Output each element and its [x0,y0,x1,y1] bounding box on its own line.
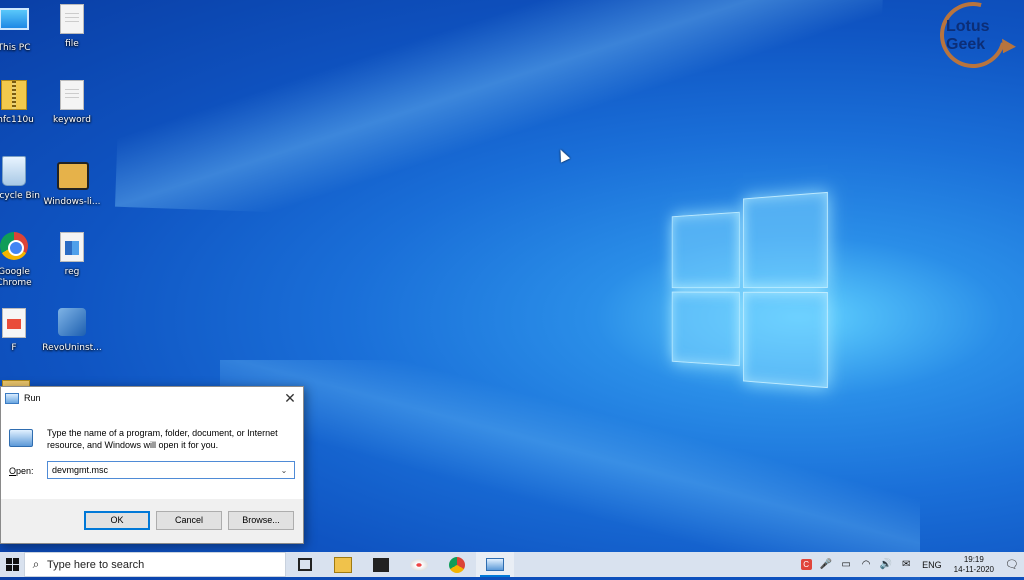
run-dialog-titlebar[interactable]: Run ✕ [1,387,303,409]
cancel-button[interactable]: Cancel [156,511,222,530]
clock[interactable]: 19:19 14-11-2020 [954,555,994,575]
run-dialog-title: Run [24,393,41,403]
task-view-icon [298,558,312,571]
logo-pane-bottom-right [743,292,828,388]
lotus-geek-logo: Lotus Geek [934,2,1020,72]
computer-icon [0,8,29,40]
document-icon [57,4,87,36]
mouse-cursor-icon [556,147,570,162]
search-icon: ⌕ [25,557,47,572]
open-label-accelerator: O [9,466,16,476]
taskbar-task-view[interactable] [286,552,324,577]
browse-button[interactable]: Browse... [228,511,294,530]
taskbar: ⌕ Type here to search C 🎤 ▭ ◠ 🔊 ✉ ENG 19… [0,552,1024,577]
run-icon [5,393,19,404]
windows-start-icon [6,558,19,571]
briefcase-icon [57,162,87,194]
mail-icon[interactable]: ✉ [898,552,914,577]
microsoft-store-icon [373,558,389,572]
logo-pane-bottom-left [672,292,740,367]
desktop-icon-label: RevoUninst... [40,343,104,354]
open-label-text: pen: [16,466,34,476]
zip-folder-icon [0,80,29,112]
run-dialog: Run ✕ Type the name of a program, folder… [0,386,304,544]
desktop-icon-file[interactable]: file [40,4,104,50]
paint-icon [410,559,428,571]
logo-pane-top-right [743,192,828,288]
taskbar-search-box[interactable]: ⌕ Type here to search [24,552,286,577]
taskbar-file-explorer[interactable] [324,552,362,577]
run-dialog-description: Type the name of a program, folder, docu… [47,427,292,451]
file-explorer-icon [334,557,352,573]
desktop-icon-windows-li[interactable]: Windows-li... [40,156,104,208]
tray-app[interactable]: C [798,552,814,577]
chrome-icon [0,232,29,264]
recycle-bin-icon [0,156,29,188]
clock-date: 14-11-2020 [954,565,994,575]
revo-uninstaller-icon [57,308,87,340]
start-button[interactable] [0,552,24,577]
document-icon [57,80,87,112]
windows-wallpaper-logo [672,192,826,386]
pdf-document-icon [0,308,29,340]
taskbar-run[interactable] [476,552,514,577]
system-tray: C 🎤 ▭ ◠ 🔊 ✉ ENG 19:19 14-11-2020 🗨 [796,552,1024,577]
search-placeholder: Type here to search [47,559,144,571]
taskbar-microsoft-store[interactable] [362,552,400,577]
desktop-icon-label: keyword [40,115,104,126]
run-dialog-body: Type the name of a program, folder, docu… [1,409,303,499]
desktop-icon-revouninstaller[interactable]: RevoUninst... [40,308,104,354]
language-indicator[interactable]: ENG [922,560,942,570]
desktop-icon-label: Windows-li... [40,197,104,208]
open-label: Open: [9,466,34,476]
run-icon [486,558,504,571]
logo-pane-top-left [672,212,740,288]
battery-icon[interactable]: ▭ [838,552,854,577]
logo-text-line2: Geek [946,36,985,54]
close-button[interactable]: ✕ [281,389,299,407]
open-combobox[interactable]: ⌄ [47,461,295,479]
chrome-icon [449,557,465,573]
microphone-icon[interactable]: 🎤 [818,552,834,577]
desktop-icon-reg[interactable]: reg [40,232,104,278]
light-beam-bottom [220,360,920,580]
run-icon [9,429,33,447]
taskbar-chrome[interactable] [438,552,476,577]
notification-center-icon[interactable]: 🗨 [1000,552,1024,577]
open-input[interactable] [48,465,276,475]
ok-button[interactable]: OK [84,511,150,530]
logo-text-line1: Lotus [946,18,990,36]
clock-time: 19:19 [954,555,994,565]
volume-icon[interactable]: 🔊 [878,552,894,577]
registry-file-icon [57,232,87,264]
red-app-icon: C [801,559,812,570]
desktop-icon-label: reg [40,267,104,278]
desktop-icon-label: file [40,39,104,50]
taskbar-paint[interactable] [400,552,438,577]
chevron-down-icon[interactable]: ⌄ [276,466,292,475]
desktop-icon-keyword[interactable]: keyword [40,80,104,126]
wifi-icon[interactable]: ◠ [858,552,874,577]
